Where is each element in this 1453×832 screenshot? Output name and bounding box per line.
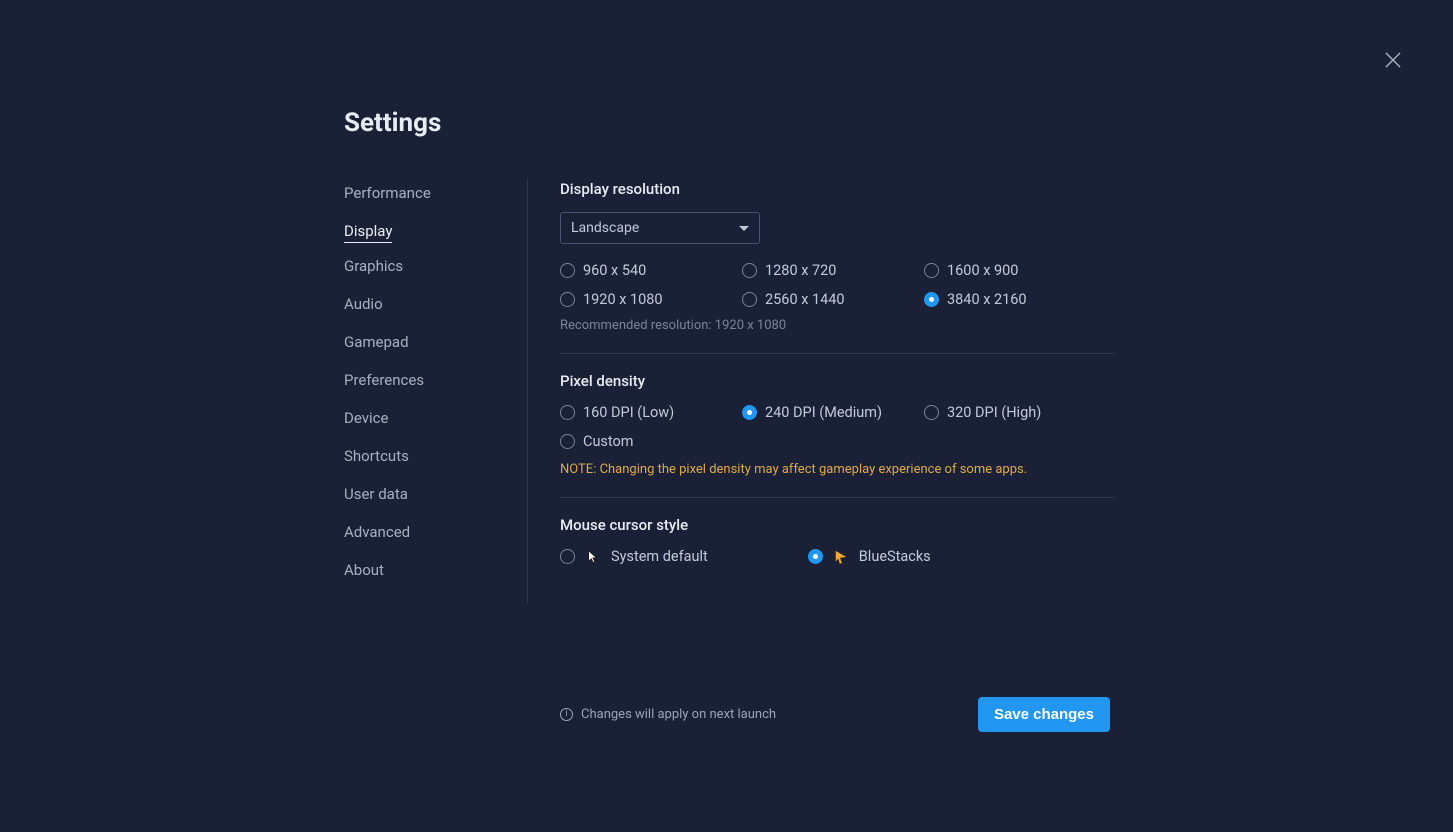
radio-icon	[742, 405, 757, 420]
close-icon	[1385, 52, 1401, 68]
dpi-label: 320 DPI (High)	[947, 404, 1041, 421]
settings-sidebar: Performance Display Graphics Audio Gamep…	[344, 178, 528, 603]
sidebar-item-performance[interactable]: Performance	[344, 178, 431, 208]
mouse-cursor-title: Mouse cursor style	[560, 516, 1114, 534]
cursor-option-bluestacks[interactable]: BlueStacks	[808, 548, 931, 565]
footer-info: i Changes will apply on next launch	[560, 707, 776, 722]
resolution-label: 1920 x 1080	[583, 291, 663, 308]
resolution-option-1280x720[interactable]: 1280 x 720	[742, 262, 924, 279]
sidebar-item-advanced[interactable]: Advanced	[344, 517, 410, 547]
dpi-label: Custom	[583, 433, 634, 450]
bluestacks-cursor-icon	[833, 549, 849, 565]
radio-icon	[924, 405, 939, 420]
sidebar-item-user-data[interactable]: User data	[344, 479, 408, 509]
dpi-option-320[interactable]: 320 DPI (High)	[924, 404, 1106, 421]
section-mouse-cursor: Mouse cursor style System default	[560, 516, 1114, 585]
radio-icon	[742, 292, 757, 307]
resolution-label: 1600 x 900	[947, 262, 1018, 279]
sidebar-item-preferences[interactable]: Preferences	[344, 365, 424, 395]
sidebar-item-display[interactable]: Display	[344, 216, 392, 243]
chevron-down-icon	[739, 226, 749, 231]
sidebar-item-audio[interactable]: Audio	[344, 289, 383, 319]
resolution-option-3840x2160[interactable]: 3840 x 2160	[924, 291, 1106, 308]
radio-icon	[560, 549, 575, 564]
orientation-select-value: Landscape	[571, 220, 639, 236]
arrow-cursor-icon	[585, 549, 601, 565]
radio-icon	[742, 263, 757, 278]
cursor-label: System default	[611, 548, 708, 565]
resolution-option-1600x900[interactable]: 1600 x 900	[924, 262, 1106, 279]
resolution-label: 960 x 540	[583, 262, 646, 279]
dpi-option-240[interactable]: 240 DPI (Medium)	[742, 404, 924, 421]
resolution-option-2560x1440[interactable]: 2560 x 1440	[742, 291, 924, 308]
sidebar-item-device[interactable]: Device	[344, 403, 388, 433]
radio-icon	[560, 263, 575, 278]
sidebar-item-shortcuts[interactable]: Shortcuts	[344, 441, 409, 471]
settings-content: Display resolution Landscape 960 x 540 1…	[528, 178, 1114, 603]
radio-icon	[560, 434, 575, 449]
radio-icon	[560, 405, 575, 420]
save-changes-button[interactable]: Save changes	[978, 697, 1110, 732]
info-icon: i	[560, 708, 573, 721]
page-title: Settings	[344, 108, 1114, 138]
resolution-label: 3840 x 2160	[947, 291, 1027, 308]
sidebar-item-gamepad[interactable]: Gamepad	[344, 327, 409, 357]
dpi-label: 160 DPI (Low)	[583, 404, 674, 421]
cursor-label: BlueStacks	[859, 548, 931, 565]
dpi-label: 240 DPI (Medium)	[765, 404, 882, 421]
pixel-density-note: NOTE: Changing the pixel density may aff…	[560, 462, 1114, 477]
radio-icon	[808, 549, 823, 564]
section-display-resolution: Display resolution Landscape 960 x 540 1…	[560, 180, 1114, 354]
radio-icon	[560, 292, 575, 307]
radio-icon	[924, 263, 939, 278]
close-button[interactable]	[1385, 52, 1401, 68]
cursor-option-system-default[interactable]: System default	[560, 548, 708, 565]
sidebar-item-about[interactable]: About	[344, 555, 384, 585]
radio-icon	[924, 292, 939, 307]
orientation-select[interactable]: Landscape	[560, 212, 760, 244]
resolution-option-960x540[interactable]: 960 x 540	[560, 262, 742, 279]
dpi-option-custom[interactable]: Custom	[560, 433, 742, 450]
recommended-resolution-text: Recommended resolution: 1920 x 1080	[560, 318, 1114, 333]
section-pixel-density: Pixel density 160 DPI (Low) 240 DPI (Med…	[560, 372, 1114, 498]
footer-info-text: Changes will apply on next launch	[581, 707, 776, 722]
pixel-density-title: Pixel density	[560, 372, 1114, 390]
resolution-label: 2560 x 1440	[765, 291, 845, 308]
dpi-option-160[interactable]: 160 DPI (Low)	[560, 404, 742, 421]
resolution-label: 1280 x 720	[765, 262, 836, 279]
footer: i Changes will apply on next launch Save…	[560, 697, 1110, 732]
display-resolution-title: Display resolution	[560, 180, 1114, 198]
sidebar-item-graphics[interactable]: Graphics	[344, 251, 403, 281]
resolution-option-1920x1080[interactable]: 1920 x 1080	[560, 291, 742, 308]
